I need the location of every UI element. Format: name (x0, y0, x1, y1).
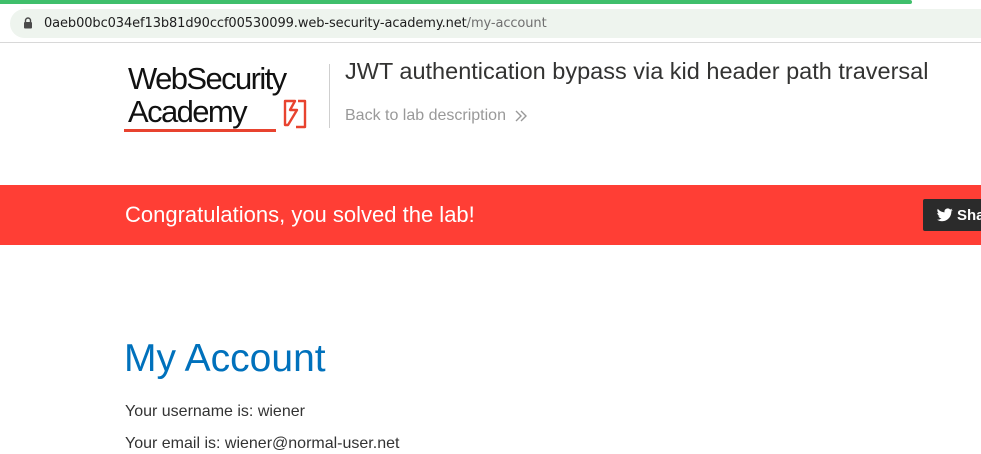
share-button-label: Sha (957, 206, 981, 224)
username-text: Your username is: wiener (125, 403, 305, 420)
logo-line-1: WebSecurity (128, 61, 287, 96)
twitter-icon (937, 208, 953, 222)
logo-underline (124, 129, 276, 132)
share-on-twitter-button[interactable]: Sha (923, 199, 981, 231)
url-path: /my-account (466, 16, 547, 31)
url-text[interactable]: 0aeb00bc034ef13b81d90ccf00530099.web-sec… (44, 15, 547, 32)
address-bar[interactable]: 0aeb00bc034ef13b81d90ccf00530099.web-sec… (10, 9, 981, 38)
web-security-academy-logo[interactable]: WebSecurity Academy (124, 62, 328, 136)
lab-solved-message: Congratulations, you solved the lab! (125, 202, 475, 227)
logo-line-2: Academy (128, 94, 248, 129)
double-chevron-right-icon (515, 110, 527, 122)
url-host: 0aeb00bc034ef13b81d90ccf00530099.web-sec… (44, 16, 467, 31)
lab-title: JWT authentication bypass via kid header… (345, 58, 929, 84)
header-divider (329, 64, 330, 128)
lock-icon[interactable] (23, 17, 33, 29)
toolbar-divider (0, 42, 981, 43)
page-load-progress (0, 0, 912, 4)
lightning-bolt-icon (283, 99, 307, 129)
page-title: My Account (124, 337, 326, 380)
lab-solved-banner: Congratulations, you solved the lab! Sha (0, 185, 981, 245)
back-to-lab-description-link[interactable]: Back to lab description (345, 106, 528, 126)
back-link-label: Back to lab description (345, 107, 506, 124)
page: 0aeb00bc034ef13b81d90ccf00530099.web-sec… (0, 0, 981, 454)
email-text: Your email is: wiener@normal-user.net (125, 435, 400, 452)
